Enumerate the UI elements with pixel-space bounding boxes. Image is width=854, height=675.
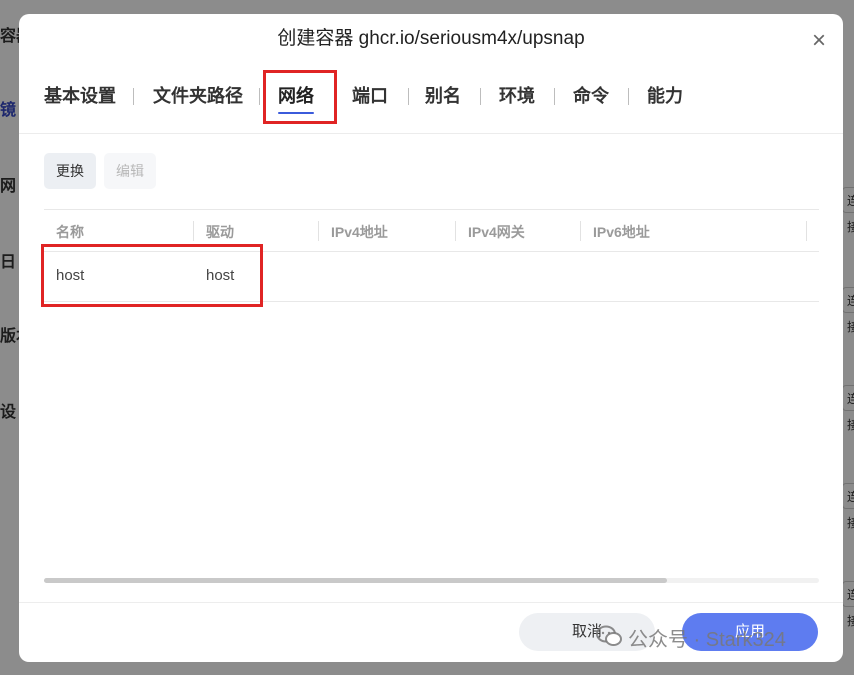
tab-basic-settings[interactable]: 基本设置: [44, 84, 116, 114]
horizontal-scrollbar[interactable]: [44, 578, 819, 583]
column-header-name: 名称: [56, 224, 84, 240]
tab-separator: [408, 88, 409, 105]
column-separator: [455, 221, 456, 241]
column-separator: [806, 221, 807, 241]
tabs-divider: [19, 133, 843, 134]
watermark-text: 公众号 · Stark324: [628, 629, 786, 651]
column-header-ipv6-address: IPv6地址: [593, 224, 650, 240]
column-separator: [580, 221, 581, 241]
create-container-dialog: 创建容器 ghcr.io/seriousm4x/upsnap × 基本设置 文件…: [19, 14, 843, 662]
wechat-icon: [596, 625, 622, 656]
tab-environment[interactable]: 环境: [499, 84, 535, 114]
scrollbar-thumb[interactable]: [44, 578, 667, 583]
replace-button[interactable]: 更换: [44, 153, 96, 189]
footer-divider: [19, 602, 843, 603]
column-header-ipv4-gateway: IPv4网关: [468, 224, 525, 240]
tab-aliases[interactable]: 别名: [425, 84, 461, 114]
tab-bar: 基本设置 文件夹路径 网络 端口 别名 环境 命令 能力: [19, 84, 843, 134]
tab-folder-path[interactable]: 文件夹路径: [153, 84, 243, 114]
close-icon[interactable]: ×: [807, 29, 831, 53]
column-header-ipv4-address: IPv4地址: [331, 224, 388, 240]
tab-separator: [133, 88, 134, 105]
tab-separator: [480, 88, 481, 105]
tab-separator: [628, 88, 629, 105]
tab-ports[interactable]: 端口: [352, 84, 388, 114]
highlight-network-tab: [263, 70, 337, 124]
tab-capabilities[interactable]: 能力: [647, 84, 683, 114]
tab-separator: [259, 88, 260, 105]
watermark: 公众号 · Stark324: [596, 625, 786, 655]
column-separator: [318, 221, 319, 241]
edit-button[interactable]: 编辑: [104, 153, 156, 189]
tab-command[interactable]: 命令: [573, 84, 609, 114]
column-header-driver: 驱动: [206, 224, 234, 240]
dialog-title: 创建容器 ghcr.io/seriousm4x/upsnap: [277, 28, 585, 49]
column-separator: [193, 221, 194, 241]
tab-separator: [554, 88, 555, 105]
highlight-network-row: [41, 244, 263, 307]
